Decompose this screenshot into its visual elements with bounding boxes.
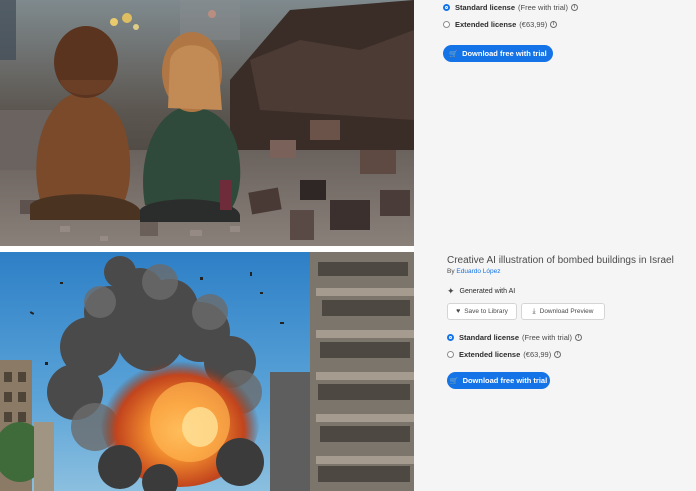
- download-free-button-1[interactable]: 🛒 Download free with trial: [443, 45, 553, 62]
- explosion-illustration: [0, 252, 414, 491]
- download-label: Download free with trial: [462, 49, 547, 58]
- license-note: (€63,99): [523, 350, 552, 359]
- info-icon[interactable]: i: [554, 351, 562, 358]
- license-name: Extended license: [459, 350, 521, 359]
- radio-unselected-icon[interactable]: [443, 21, 450, 28]
- by-prefix: By: [447, 268, 455, 275]
- cart-icon: 🛒: [449, 50, 459, 58]
- generated-label: Generated with AI: [459, 288, 516, 295]
- license-note: (€63,99): [519, 20, 548, 29]
- asset-title: Creative AI illustration of bombed build…: [447, 255, 674, 266]
- extended-license-option-1[interactable]: Extended license (€63,99) i: [443, 20, 558, 29]
- author-link[interactable]: Eduardo López: [456, 268, 500, 275]
- heart-icon: ♥: [456, 308, 461, 315]
- save-label: Save to Library: [464, 308, 508, 315]
- radio-selected-icon[interactable]: [443, 4, 450, 11]
- cart-icon: 🛒: [449, 377, 459, 385]
- radio-unselected-icon[interactable]: [447, 351, 454, 358]
- download-icon: ⤓: [532, 307, 536, 315]
- stock-image-bombed-buildings[interactable]: [0, 252, 414, 491]
- license-note: (Free with trial): [522, 333, 573, 342]
- download-free-button-2[interactable]: 🛒 Download free with trial: [447, 372, 550, 389]
- license-name: Standard license: [459, 333, 520, 342]
- generated-ai-icon: ✦: [447, 286, 455, 296]
- standard-license-option-1[interactable]: Standard license (Free with trial) i: [443, 3, 579, 12]
- info-icon[interactable]: i: [575, 334, 583, 341]
- extended-license-option-2[interactable]: Extended license (€63,99) i: [447, 350, 562, 359]
- license-name: Extended license: [455, 20, 517, 29]
- download-label: Download free with trial: [462, 376, 548, 385]
- asset-byline: By Eduardo López: [447, 268, 501, 275]
- info-icon[interactable]: i: [550, 21, 558, 28]
- license-name: Standard license: [455, 3, 516, 12]
- generated-with-ai: ✦ Generated with AI: [447, 286, 515, 297]
- details-panel: Standard license (Free with trial) i Ext…: [414, 0, 696, 491]
- license-note: (Free with trial): [518, 3, 569, 12]
- radio-selected-icon[interactable]: [447, 334, 454, 341]
- preview-label: Download Preview: [539, 308, 594, 315]
- save-to-library-button[interactable]: ♥ Save to Library: [447, 303, 517, 320]
- stock-image-children-rubble[interactable]: [0, 0, 414, 246]
- download-preview-button[interactable]: ⤓ Download Preview: [521, 303, 605, 320]
- children-rubble-illustration: [0, 0, 414, 246]
- info-icon[interactable]: i: [571, 4, 579, 11]
- standard-license-option-2[interactable]: Standard license (Free with trial) i: [447, 333, 583, 342]
